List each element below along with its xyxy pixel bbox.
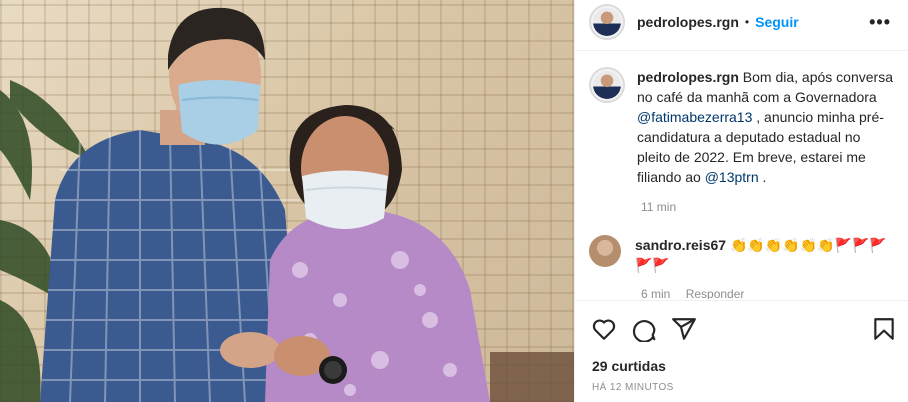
follow-button[interactable]: Seguir bbox=[755, 14, 799, 30]
caption-text: pedrolopes.rgn Bom dia, após conversa no… bbox=[637, 67, 893, 187]
heart-icon[interactable] bbox=[591, 316, 617, 342]
caption-username[interactable]: pedrolopes.rgn bbox=[637, 69, 739, 85]
post-header: pedrolopes.rgn • Seguir ••• bbox=[575, 0, 908, 44]
caption: pedrolopes.rgn Bom dia, após conversa no… bbox=[589, 67, 893, 187]
post-panel: pedrolopes.rgn • Seguir ••• pedrolopes.r… bbox=[574, 0, 908, 402]
bookmark-icon[interactable] bbox=[871, 316, 897, 342]
mention-link[interactable]: @13ptrn bbox=[705, 169, 759, 185]
caption-time[interactable]: 11 min bbox=[641, 200, 676, 214]
reply-button[interactable]: Responder bbox=[686, 287, 745, 299]
post-timestamp[interactable]: HÁ 12 MINUTOS bbox=[592, 382, 674, 393]
actions-divider bbox=[575, 300, 908, 301]
comment-time[interactable]: 6 min bbox=[641, 287, 670, 299]
commenter-username[interactable]: sandro.reis67 bbox=[635, 237, 726, 253]
comments-section: pedrolopes.rgn Bom dia, após conversa no… bbox=[575, 51, 908, 299]
author-username[interactable]: pedrolopes.rgn bbox=[637, 14, 739, 30]
commenter-avatar[interactable] bbox=[589, 235, 621, 267]
post-photo[interactable] bbox=[0, 0, 574, 402]
comment-item: sandro.reis67 👏👏👏👏👏👏🚩🚩🚩🚩🚩 bbox=[589, 235, 891, 275]
comment-meta: 6 min Responder bbox=[641, 287, 756, 299]
share-icon[interactable] bbox=[671, 316, 697, 342]
action-bar bbox=[575, 308, 908, 348]
more-options-icon[interactable]: ••• bbox=[869, 12, 891, 33]
photo-illustration bbox=[0, 7, 574, 402]
likes-count[interactable]: 29 curtidas bbox=[592, 358, 666, 374]
mention-link[interactable]: @fatimabezerra13 bbox=[637, 109, 752, 125]
caption-body-3: . bbox=[758, 169, 767, 185]
comment-text: sandro.reis67 👏👏👏👏👏👏🚩🚩🚩🚩🚩 bbox=[635, 235, 891, 275]
author-avatar[interactable] bbox=[589, 4, 625, 40]
header-separator: • bbox=[744, 15, 750, 29]
caption-avatar[interactable] bbox=[589, 67, 625, 103]
comment-icon[interactable] bbox=[631, 316, 657, 342]
